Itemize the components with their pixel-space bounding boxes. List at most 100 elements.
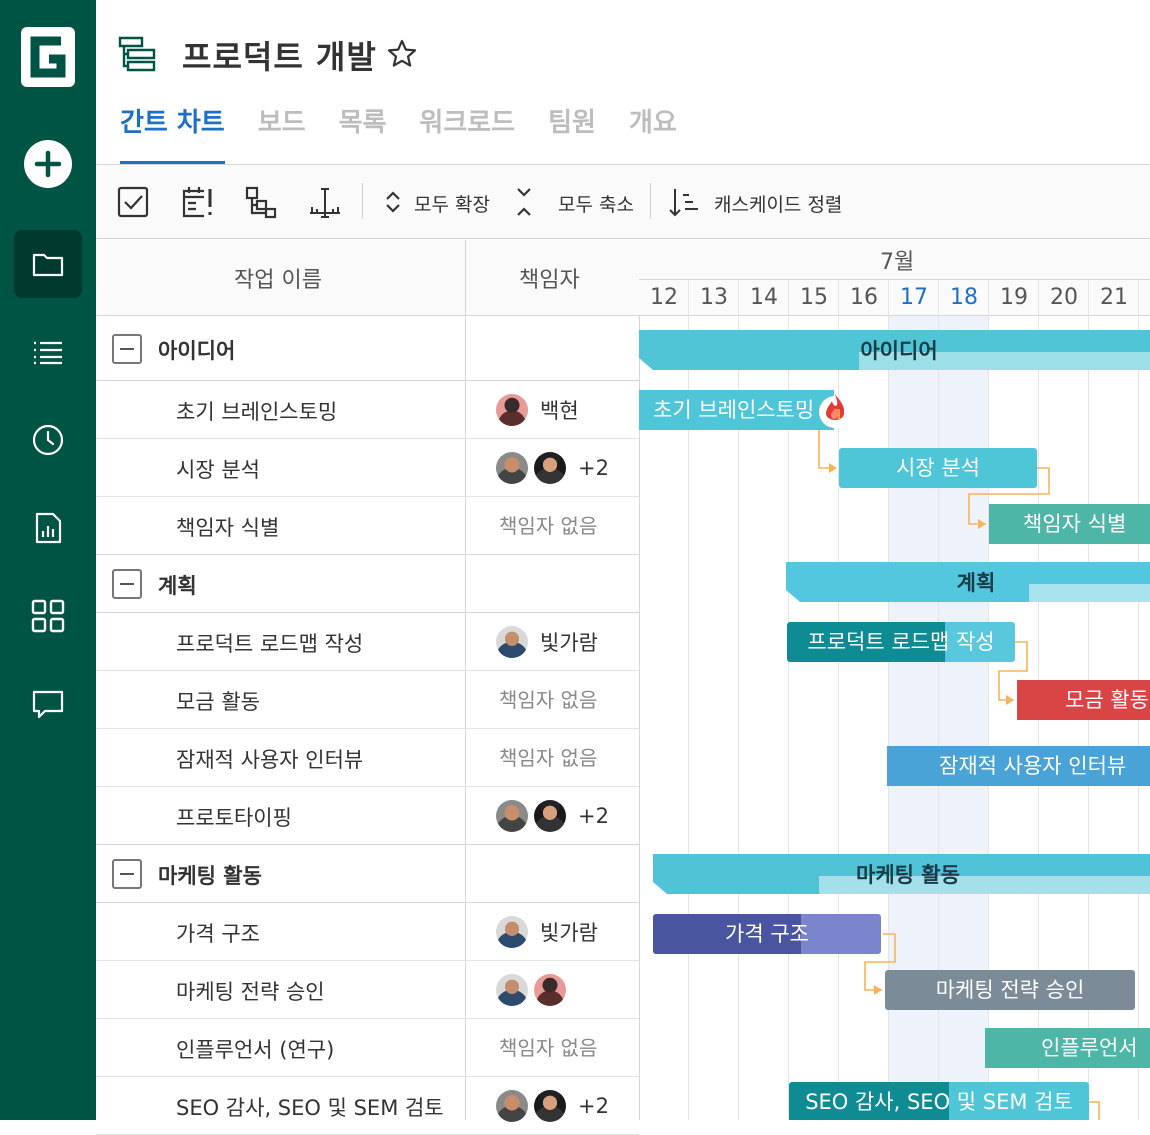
task-name: 잠재적 사용자 인터뷰 (176, 748, 364, 772)
task-name: 프로덕트 로드맵 작성 (176, 632, 364, 656)
owner-cell[interactable]: +2 (496, 800, 609, 832)
owner-name: 빛가람 (540, 631, 598, 655)
dependency-links (818, 409, 1100, 1120)
owner-none: 책임자 없음 (499, 688, 598, 712)
task-name: 책임자 식별 (176, 516, 280, 540)
checkbox-icon[interactable] (116, 185, 150, 219)
sidebar-time-button[interactable] (14, 406, 82, 474)
task-name: 마케팅 전략 승인 (176, 980, 325, 1004)
hierarchy-icon[interactable] (244, 185, 278, 219)
gantt-chart: 7월 12 13 14 15 16 17 18 19 20 21 아이디어 초기 브레인스토밍 시장 … (639, 240, 1150, 1120)
group-row[interactable]: 아이디어 (96, 316, 639, 381)
main-area: 프로덕트 개발 간트 차트 보드 목록 워크로드 팀원 개요 모두 확장 모두 … (96, 0, 1150, 1135)
sidebar-list-button[interactable] (14, 318, 82, 386)
grid-icon (31, 599, 65, 633)
add-icon[interactable] (24, 140, 72, 188)
task-name: 인플루언서 (연구) (176, 1038, 335, 1062)
app-logo-icon[interactable] (21, 27, 75, 87)
task-row[interactable]: SEO 감사, SEO 및 SEM 검토 +2 (96, 1077, 639, 1135)
owner-name: +2 (578, 456, 609, 480)
tab-team[interactable]: 팀원 (548, 105, 596, 165)
owner-none: 책임자 없음 (499, 514, 598, 538)
task-row[interactable]: 책임자 식별 책임자 없음 (96, 497, 639, 555)
task-name: 시장 분석 (176, 458, 260, 482)
owner-none: 책임자 없음 (499, 1036, 598, 1060)
task-row[interactable]: 프로덕트 로드맵 작성 빛가람 (96, 613, 639, 671)
task-name-header[interactable]: 작업 이름 (234, 262, 322, 294)
task-row[interactable]: 잠재적 사용자 인터뷰 책임자 없음 (96, 729, 639, 787)
chat-icon (32, 690, 64, 719)
task-name: 프로토타이핑 (176, 806, 292, 830)
view-tabs: 간트 차트 보드 목록 워크로드 팀원 개요 (120, 105, 710, 165)
group-row[interactable]: 마케팅 활동 (96, 845, 639, 903)
owner-cell[interactable] (496, 974, 578, 1006)
task-row[interactable]: 가격 구조 빛가람 (96, 903, 639, 961)
tab-overview[interactable]: 개요 (629, 105, 677, 165)
collapse-all-button[interactable]: 모두 축소 (558, 190, 634, 217)
task-row[interactable]: 프로토타이핑 +2 (96, 787, 639, 845)
tab-list[interactable]: 목록 (339, 105, 387, 165)
clock-icon (32, 424, 64, 456)
calendar-alert-icon[interactable] (180, 185, 214, 219)
owner-cell[interactable]: 책임자 없음 (499, 1032, 597, 1061)
avatar (496, 974, 528, 1006)
avatar (496, 452, 528, 484)
sidebar-apps-button[interactable] (14, 582, 82, 650)
collapse-icon[interactable] (507, 185, 541, 219)
toolbar-separator (650, 183, 651, 219)
avatar (534, 974, 566, 1006)
owner-cell[interactable]: 빛가람 (496, 626, 598, 658)
owner-header[interactable]: 책임자 (519, 262, 580, 294)
owner-name: 빛가람 (540, 921, 598, 945)
avatar (496, 1090, 528, 1122)
star-icon[interactable] (386, 38, 418, 70)
tab-gantt[interactable]: 간트 차트 (120, 105, 225, 165)
owner-cell[interactable]: 책임자 없음 (499, 742, 597, 771)
sidebar-projects-button[interactable] (14, 230, 82, 298)
owner-cell[interactable]: +2 (496, 452, 609, 484)
sidebar-reports-button[interactable] (14, 494, 82, 562)
toolbar: 모두 확장 모두 축소 캐스케이드 정렬 (96, 165, 1150, 239)
avatar (534, 1090, 566, 1122)
avatar (534, 800, 566, 832)
group-row[interactable]: 계획 (96, 555, 639, 613)
cascade-sort-button[interactable]: 캐스케이드 정렬 (714, 190, 842, 217)
expand-icon[interactable] (376, 185, 410, 219)
task-row[interactable]: 모금 활동 책임자 없음 (96, 671, 639, 729)
avatar (496, 394, 528, 426)
collapse-toggle-icon[interactable] (112, 569, 142, 599)
expand-all-button[interactable]: 모두 확장 (414, 190, 490, 217)
group-name: 계획 (158, 574, 197, 598)
owner-cell[interactable]: +2 (496, 1090, 609, 1122)
task-row[interactable]: 시장 분석 +2 (96, 439, 639, 497)
owner-cell[interactable]: 백현 (496, 394, 579, 426)
sidebar-chat-button[interactable] (14, 670, 82, 738)
task-name: 초기 브레인스토밍 (176, 400, 338, 424)
collapse-toggle-icon[interactable] (112, 333, 142, 364)
project-gantt-icon (118, 36, 156, 72)
tab-workload[interactable]: 워크로드 (419, 105, 515, 165)
project-title: 프로덕트 개발 (182, 38, 377, 76)
collapse-toggle-icon[interactable] (112, 859, 142, 889)
avatar (496, 800, 528, 832)
owner-name: 백현 (540, 399, 579, 423)
report-icon (35, 512, 62, 544)
toolbar-separator (362, 183, 363, 219)
owner-cell[interactable]: 빛가람 (496, 916, 598, 948)
task-row[interactable]: 인플루언서 (연구) 책임자 없음 (96, 1019, 639, 1077)
group-name: 마케팅 활동 (158, 864, 262, 888)
avatar (534, 452, 566, 484)
tab-board[interactable]: 보드 (258, 105, 306, 165)
task-row[interactable]: 마케팅 전략 승인 (96, 961, 639, 1019)
task-name: SEO 감사, SEO 및 SEM 검토 (176, 1096, 444, 1120)
owner-cell[interactable]: 책임자 없음 (499, 684, 597, 713)
avatar (496, 916, 528, 948)
group-name: 아이디어 (158, 338, 236, 363)
owner-cell[interactable]: 책임자 없음 (499, 510, 597, 539)
owner-name: +2 (578, 804, 609, 828)
owner-none: 책임자 없음 (499, 746, 598, 770)
task-row[interactable]: 초기 브레인스토밍 백현 (96, 381, 639, 439)
folder-icon (32, 253, 64, 277)
timeline-marker-icon[interactable] (308, 185, 342, 219)
sort-icon[interactable] (667, 185, 701, 219)
